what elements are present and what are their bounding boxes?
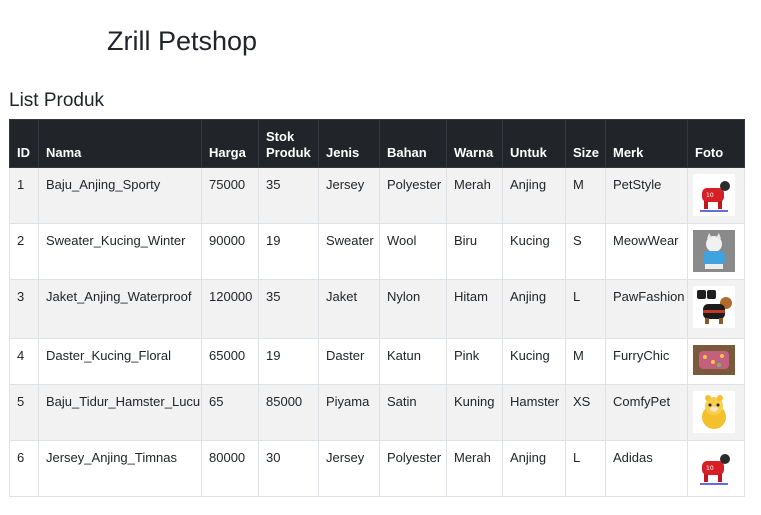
cell-untuk: Kucing [502,338,566,385]
column-header-nama: Nama [38,119,202,168]
column-header-foto: Foto [687,119,745,168]
cell-harga: 120000 [201,279,259,339]
svg-text:10: 10 [706,465,714,472]
cell-warna: Biru [446,223,503,280]
cell-jenis: Daster [318,338,380,385]
cell-jenis: Jersey [318,440,380,497]
cell-warna: Merah [446,440,503,497]
cell-id: 1 [9,167,39,224]
column-header-stok-produk: Stok Produk [258,119,319,168]
cell-foto: 10 [687,440,745,497]
column-header-size: Size [565,119,606,168]
cell-foto [687,338,745,385]
cell-foto [687,223,745,280]
cell-bahan: Satin [379,384,447,441]
cell-size: M [565,338,606,385]
cell-merk: Adidas [605,440,688,497]
cell-bahan: Nylon [379,279,447,339]
red-dog-jersey-photo: 10 [693,447,735,489]
cell-bahan: Wool [379,223,447,280]
cell-untuk: Anjing [502,167,566,224]
column-header-bahan: Bahan [379,119,447,168]
cell-foto [687,384,745,441]
cell-bahan: Polyester [379,167,447,224]
cell-jenis: Sweater [318,223,380,280]
cell-size: L [565,279,606,339]
cell-merk: ComfyPet [605,384,688,441]
cell-bahan: Katun [379,338,447,385]
cell-jenis: Piyama [318,384,380,441]
table-header-row: ID Nama Harga Stok Produk Jenis Bahan Wa… [9,119,745,168]
cell-bahan: Polyester [379,440,447,497]
column-header-harga: Harga [201,119,259,168]
cell-harga: 90000 [201,223,259,280]
cell-size: S [565,223,606,280]
cell-foto: 10 [687,167,745,224]
cell-jenis: Jersey [318,167,380,224]
svg-text:10: 10 [706,192,714,199]
cell-nama: Baju_Tidur_Hamster_Lucu [38,384,202,441]
cell-size: M [565,167,606,224]
column-header-untuk: Untuk [502,119,566,168]
section-title: List Produk [9,90,105,111]
cell-harga: 75000 [201,167,259,224]
cell-merk: MeowWear [605,223,688,280]
cell-size: L [565,440,606,497]
cell-nama: Jaket_Anjing_Waterproof [38,279,202,339]
table-row: 6 Jersey_Anjing_Timnas 80000 30 Jersey P… [9,440,745,497]
cell-untuk: Hamster [502,384,566,441]
cell-stok: 35 [258,167,319,224]
cell-stok: 19 [258,338,319,385]
cell-nama: Jersey_Anjing_Timnas [38,440,202,497]
cell-id: 5 [9,384,39,441]
cell-stok: 19 [258,223,319,280]
floral-cat-dress-photo [693,345,735,375]
site-title: Zrill Petshop [107,26,258,56]
table-row: 3 Jaket_Anjing_Waterproof 120000 35 Jake… [9,279,745,339]
cat-blue-sweater-photo [693,230,735,272]
cell-id: 4 [9,338,39,385]
cell-stok: 85000 [258,384,319,441]
cell-merk: FurryChic [605,338,688,385]
column-header-merk: Merk [605,119,688,168]
cell-harga: 65 [201,384,259,441]
cell-harga: 65000 [201,338,259,385]
cell-harga: 80000 [201,440,259,497]
cell-size: XS [565,384,606,441]
cell-warna: Merah [446,167,503,224]
cell-stok: 30 [258,440,319,497]
hamster-yellow-pajama-photo [693,391,735,433]
cell-id: 6 [9,440,39,497]
cell-untuk: Anjing [502,440,566,497]
cell-untuk: Kucing [502,223,566,280]
cell-id: 2 [9,223,39,280]
cell-warna: Kuning [446,384,503,441]
column-header-jenis: Jenis [318,119,380,168]
cell-stok: 35 [258,279,319,339]
product-table: ID Nama Harga Stok Produk Jenis Bahan Wa… [9,119,745,497]
column-header-id: ID [9,119,39,168]
cell-merk: PetStyle [605,167,688,224]
cell-jenis: Jaket [318,279,380,339]
table-row: 4 Daster_Kucing_Floral 65000 19 Daster K… [9,338,745,385]
dog-black-jacket-photo [693,286,735,328]
cell-nama: Daster_Kucing_Floral [38,338,202,385]
cell-nama: Sweater_Kucing_Winter [38,223,202,280]
table-row: 2 Sweater_Kucing_Winter 90000 19 Sweater… [9,223,745,280]
cell-untuk: Anjing [502,279,566,339]
cell-id: 3 [9,279,39,339]
table-row: 1 Baju_Anjing_Sporty 75000 35 Jersey Pol… [9,167,745,224]
table-row: 5 Baju_Tidur_Hamster_Lucu 65 85000 Piyam… [9,384,745,441]
cell-merk: PawFashion [605,279,688,339]
cell-warna: Hitam [446,279,503,339]
cell-foto [687,279,745,339]
red-dog-jersey-photo: 10 [693,174,735,216]
cell-nama: Baju_Anjing_Sporty [38,167,202,224]
column-header-warna: Warna [446,119,503,168]
cell-warna: Pink [446,338,503,385]
